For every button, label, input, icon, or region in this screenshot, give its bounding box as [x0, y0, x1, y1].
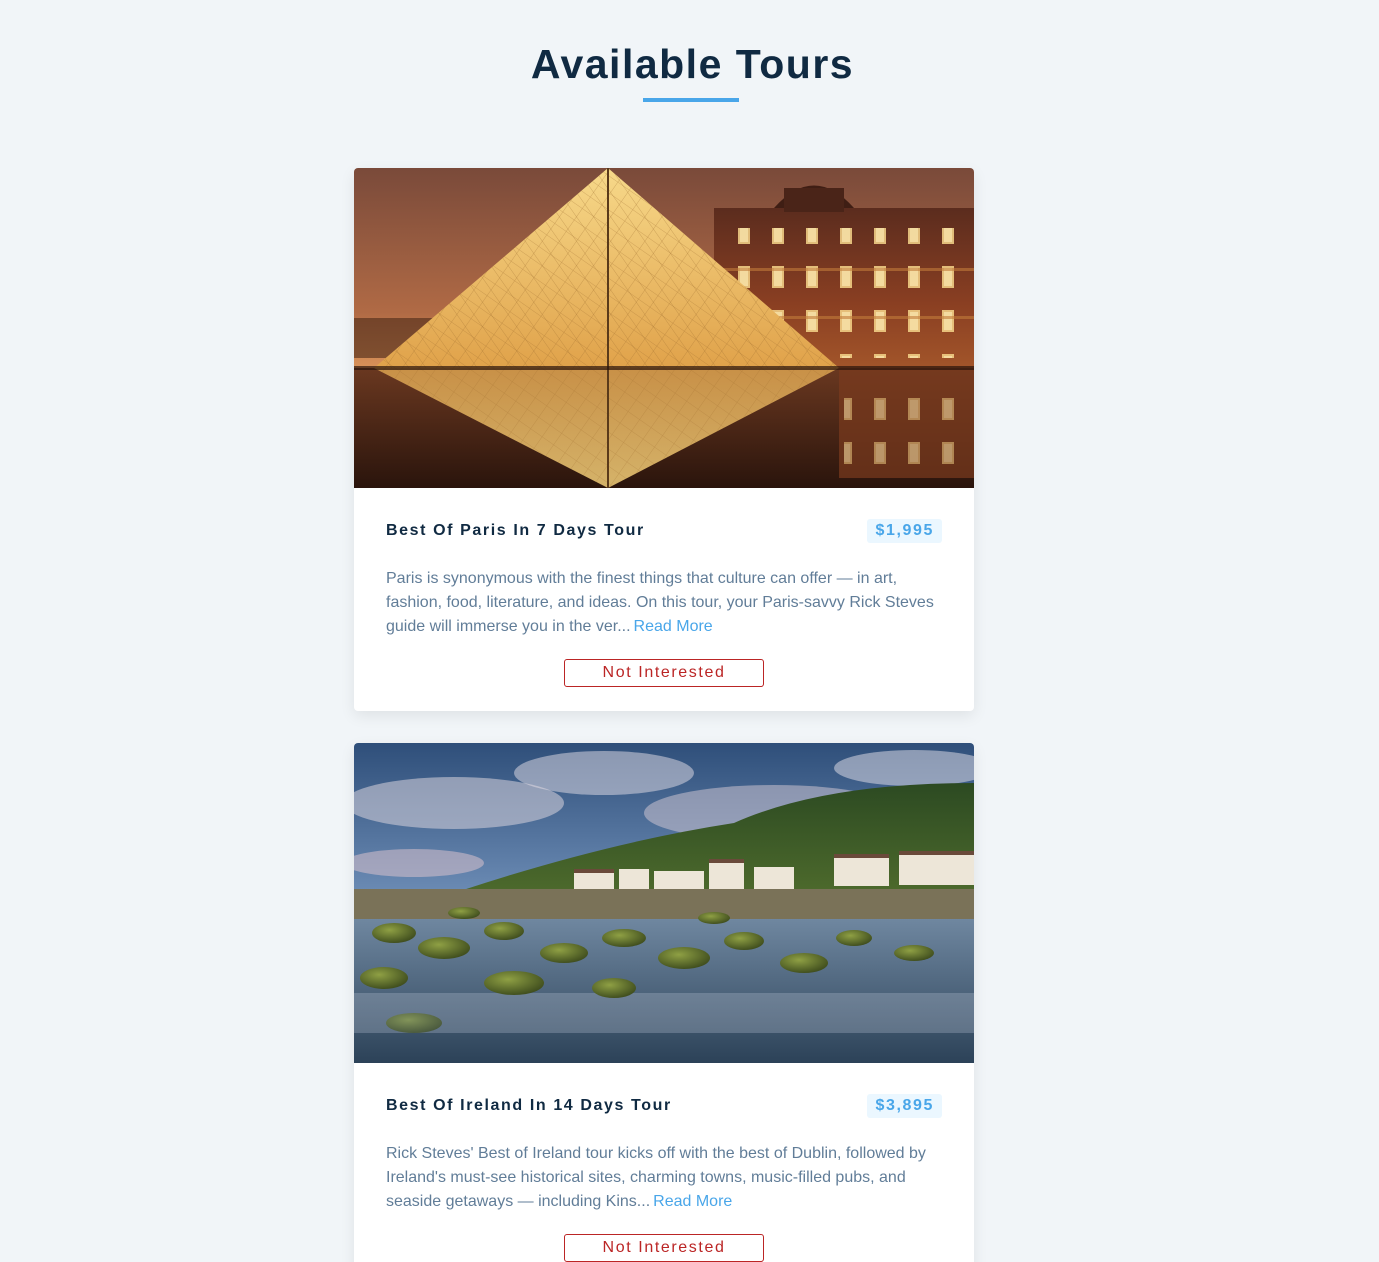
tour-price: $1,995: [867, 519, 942, 543]
tour-header: Best Of Ireland In 14 Days Tour $3,895: [386, 1094, 942, 1118]
tour-price: $3,895: [867, 1094, 942, 1118]
page-header: Available Tours: [0, 0, 1379, 102]
tour-actions: Not Interested: [386, 1234, 942, 1262]
tour-card: Best Of Ireland In 14 Days Tour $3,895 R…: [354, 743, 974, 1262]
page-title: Available Tours: [530, 41, 855, 87]
tour-image-paris: [354, 168, 974, 488]
not-interested-button[interactable]: Not Interested: [564, 1234, 764, 1262]
tour-card: Best Of Paris In 7 Days Tour $1,995 Pari…: [354, 168, 974, 711]
page: Available Tours Best Of Paris In 7 Days …: [0, 0, 1379, 1262]
tour-info: Best Of Ireland In 14 Days Tour $3,895 R…: [354, 1063, 974, 1262]
tour-info: Best Of Paris In 7 Days Tour $1,995 Pari…: [354, 488, 974, 711]
title-underline: [642, 98, 739, 102]
tour-description: Rick Steves' Best of Ireland tour kicks …: [386, 1142, 942, 1214]
tour-image-ireland: [354, 743, 974, 1063]
read-more-button[interactable]: Read More: [634, 618, 713, 635]
not-interested-button[interactable]: Not Interested: [564, 659, 764, 687]
tour-name: Best Of Ireland In 14 Days Tour: [386, 1097, 672, 1114]
tour-description: Paris is synonymous with the finest thin…: [386, 567, 942, 639]
tour-name: Best Of Paris In 7 Days Tour: [386, 522, 645, 539]
read-more-button[interactable]: Read More: [653, 1193, 732, 1210]
tour-header: Best Of Paris In 7 Days Tour $1,995: [386, 519, 942, 543]
tours-list: Best Of Paris In 7 Days Tour $1,995 Pari…: [354, 168, 974, 1262]
tour-actions: Not Interested: [386, 659, 942, 687]
